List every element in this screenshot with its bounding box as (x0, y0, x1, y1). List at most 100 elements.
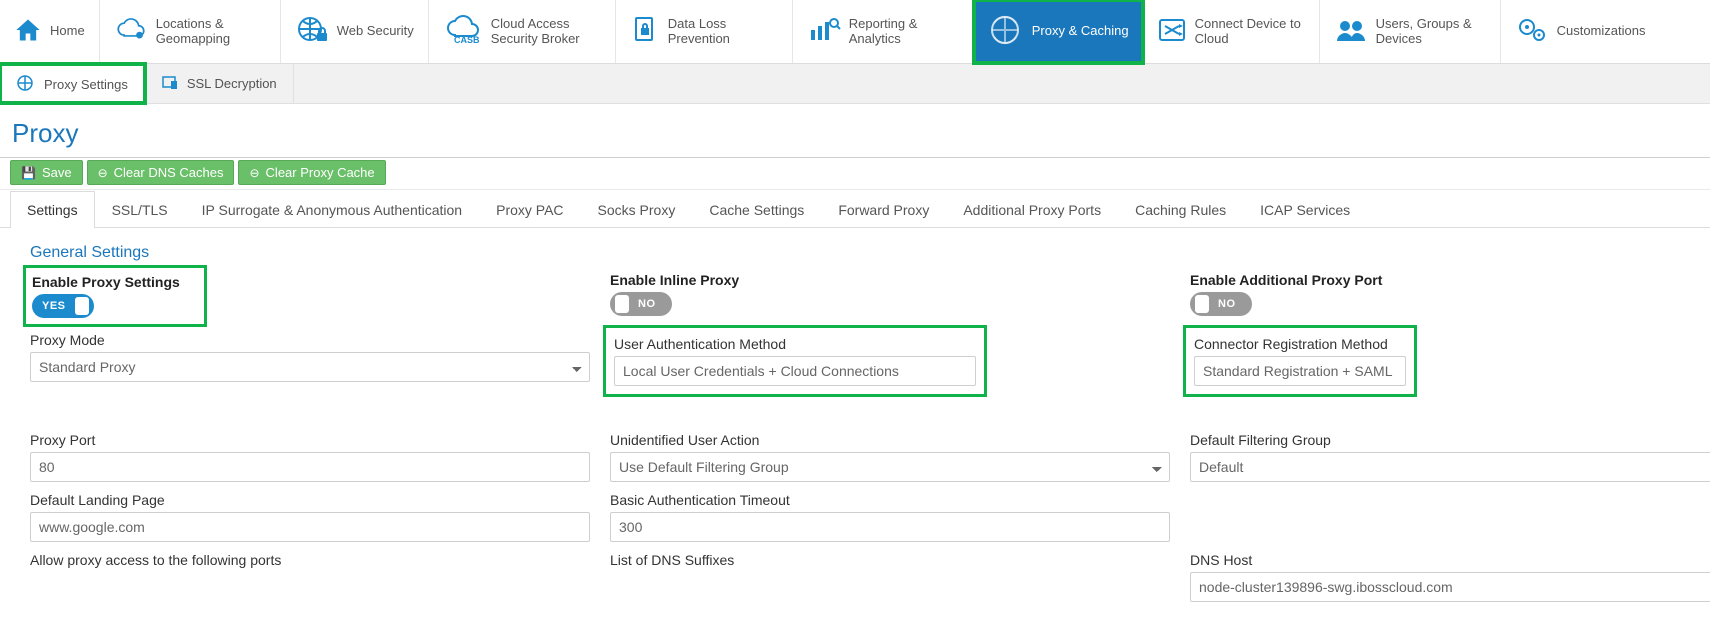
nav-users-groups-label: Users, Groups & Devices (1376, 17, 1486, 47)
nav-proxy-caching-label: Proxy & Caching (1032, 24, 1129, 39)
unidentified-action-label: Unidentified User Action (610, 432, 1170, 448)
unidentified-action-block: Unidentified User Action Use Default Fil… (610, 432, 1170, 482)
dns-suffixes-label: List of DNS Suffixes (610, 552, 1170, 568)
dns-host-block: DNS Host (1190, 552, 1710, 602)
proxy-port-input[interactable] (30, 452, 590, 482)
basic-auth-timeout-input[interactable] (610, 512, 1170, 542)
section-title-general: General Settings (0, 228, 1710, 268)
chart-analytics-icon (807, 16, 841, 47)
user-auth-label: User Authentication Method (614, 336, 976, 352)
nav-customizations[interactable]: Customizations (1501, 0, 1660, 63)
minus-circle-icon: ⊖ (98, 166, 108, 180)
tab-ssltls[interactable]: SSL/TLS (95, 191, 185, 228)
tab-cache-settings[interactable]: Cache Settings (692, 191, 821, 228)
nav-connect-device-label: Connect Device to Cloud (1195, 17, 1305, 47)
connector-reg-label: Connector Registration Method (1194, 336, 1406, 352)
nav-locations[interactable]: Locations & Geomapping (100, 0, 281, 63)
save-icon: 💾 (21, 166, 36, 180)
save-button[interactable]: 💾 Save (10, 160, 83, 185)
nav-connect-device[interactable]: Connect Device to Cloud (1143, 0, 1320, 63)
tab-additional-ports[interactable]: Additional Proxy Ports (946, 191, 1118, 228)
basic-auth-timeout-label: Basic Authentication Timeout (610, 492, 1170, 508)
landing-page-label: Default Landing Page (30, 492, 590, 508)
gears-icon (1515, 15, 1549, 48)
globe-refresh-icon (988, 13, 1024, 50)
inline-proxy-label: Enable Inline Proxy (610, 272, 1170, 288)
globe-lock-icon (295, 15, 329, 48)
nav-dlp[interactable]: Data Loss Prevention (616, 0, 793, 63)
clear-dns-button-label: Clear DNS Caches (114, 165, 224, 180)
toggle-knob (1195, 295, 1209, 313)
inline-proxy-toggle-text: NO (638, 298, 656, 310)
default-group-label: Default Filtering Group (1190, 432, 1710, 448)
subnav-proxy-settings-label: Proxy Settings (44, 77, 128, 92)
tab-settings[interactable]: Settings (10, 191, 95, 228)
proxy-port-label: Proxy Port (30, 432, 590, 448)
unidentified-action-select[interactable]: Use Default Filtering Group (610, 452, 1170, 482)
landing-page-input[interactable] (30, 512, 590, 542)
ssl-decryption-icon (161, 73, 179, 94)
inline-proxy-block: Enable Inline Proxy NO (610, 272, 1170, 322)
enable-proxy-block: Enable Proxy Settings YES (30, 272, 200, 320)
additional-port-toggle[interactable]: NO (1190, 292, 1252, 316)
nav-reporting-label: Reporting & Analytics (849, 17, 959, 47)
casb-icon: CASB (443, 15, 483, 48)
tab-proxy-pac[interactable]: Proxy PAC (479, 191, 580, 228)
allow-ports-label: Allow proxy access to the following port… (30, 552, 590, 568)
enable-proxy-toggle[interactable]: YES (32, 294, 94, 318)
action-bar: 💾 Save ⊖ Clear DNS Caches ⊖ Clear Proxy … (0, 158, 1710, 190)
nav-home-label: Home (50, 24, 85, 39)
sub-nav: Proxy Settings SSL Decryption (0, 64, 1710, 104)
dns-host-input[interactable] (1190, 572, 1710, 602)
default-group-input[interactable] (1190, 452, 1710, 482)
nav-casb[interactable]: CASB Cloud Access Security Broker (429, 0, 616, 63)
tab-forward-proxy[interactable]: Forward Proxy (821, 191, 946, 228)
connector-reg-block: Connector Registration Method (1190, 332, 1410, 390)
nav-reporting[interactable]: Reporting & Analytics (793, 0, 974, 63)
proxy-mode-label: Proxy Mode (30, 332, 590, 348)
nav-dlp-label: Data Loss Prevention (668, 17, 778, 47)
minus-circle-icon: ⊖ (249, 166, 259, 180)
page-title: Proxy (0, 104, 1710, 158)
proxy-mode-block: Proxy Mode Standard Proxy (30, 332, 590, 382)
tab-caching-rules[interactable]: Caching Rules (1118, 191, 1243, 228)
tab-socks-proxy[interactable]: Socks Proxy (581, 191, 693, 228)
subnav-ssl-decryption-label: SSL Decryption (187, 76, 277, 91)
additional-port-block: Enable Additional Proxy Port NO (1190, 272, 1710, 322)
default-group-block: Default Filtering Group (1190, 432, 1710, 482)
save-button-label: Save (42, 165, 72, 180)
nav-web-security-label: Web Security (337, 24, 414, 39)
enable-proxy-label: Enable Proxy Settings (32, 274, 198, 290)
document-lock-icon (630, 15, 660, 48)
cloud-pin-icon (114, 16, 148, 47)
connector-reg-value (1194, 356, 1406, 386)
settings-tabs: Settings SSL/TLS IP Surrogate & Anonymou… (0, 190, 1710, 228)
tab-icap-services[interactable]: ICAP Services (1243, 191, 1367, 228)
subnav-ssl-decryption[interactable]: SSL Decryption (145, 64, 294, 103)
clear-proxy-button[interactable]: ⊖ Clear Proxy Cache (238, 160, 385, 185)
shuffle-icon (1157, 16, 1187, 47)
toggle-knob (615, 295, 629, 313)
home-icon (14, 16, 42, 47)
proxy-port-block: Proxy Port (30, 432, 590, 482)
nav-customizations-label: Customizations (1557, 24, 1646, 39)
general-settings-grid: Enable Proxy Settings YES Enable Inline … (0, 268, 1710, 622)
subnav-proxy-settings[interactable]: Proxy Settings (0, 64, 145, 103)
toggle-knob (75, 297, 89, 315)
nav-users-groups[interactable]: Users, Groups & Devices (1320, 0, 1501, 63)
nav-locations-label: Locations & Geomapping (156, 17, 266, 47)
dns-suffixes-block: List of DNS Suffixes (610, 552, 1170, 572)
svg-text:CASB: CASB (454, 35, 480, 45)
users-icon (1334, 16, 1368, 47)
proxy-mode-select[interactable]: Standard Proxy (30, 352, 590, 382)
top-nav: Home Locations & Geomapping Web Security… (0, 0, 1710, 64)
nav-home[interactable]: Home (0, 0, 100, 63)
nav-proxy-caching[interactable]: Proxy & Caching (974, 0, 1143, 63)
additional-port-toggle-text: NO (1218, 298, 1236, 310)
tab-ip-surrogate[interactable]: IP Surrogate & Anonymous Authentication (185, 191, 479, 228)
inline-proxy-toggle[interactable]: NO (610, 292, 672, 316)
clear-proxy-button-label: Clear Proxy Cache (266, 165, 375, 180)
nav-web-security[interactable]: Web Security (281, 0, 429, 63)
allow-ports-block: Allow proxy access to the following port… (30, 552, 590, 572)
clear-dns-button[interactable]: ⊖ Clear DNS Caches (87, 160, 235, 185)
